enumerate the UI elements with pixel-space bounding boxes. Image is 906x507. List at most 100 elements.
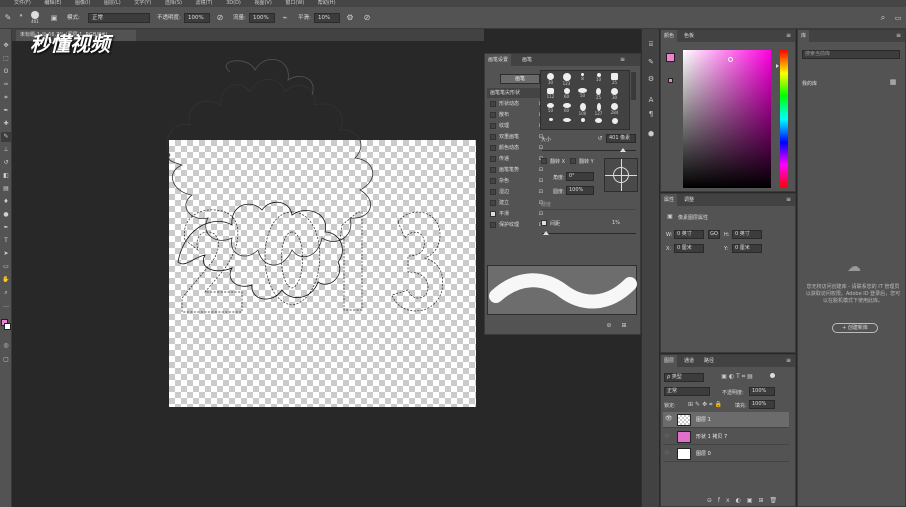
- character-icon[interactable]: A: [646, 95, 656, 105]
- brush-tip[interactable]: 60: [559, 102, 574, 117]
- flip-y-checkbox[interactable]: [570, 158, 576, 164]
- fill-field[interactable]: 100%: [749, 400, 775, 409]
- layer-actions-icons[interactable]: ⊝fx◐▣⊞🗑: [700, 497, 790, 505]
- brush-tip[interactable]: 25: [591, 87, 606, 102]
- link-dimensions-button[interactable]: GO: [708, 230, 720, 239]
- tab-channels[interactable]: 通道: [681, 355, 697, 367]
- panel-menu-icon[interactable]: ≡: [893, 30, 904, 42]
- layer-row[interactable]: ▫ 图层 0: [663, 446, 789, 462]
- brush-tip[interactable]: 284: [607, 102, 622, 117]
- h-field[interactable]: 0 英寸: [732, 230, 762, 239]
- smoothing-item[interactable]: 平滑 ⊡: [490, 209, 543, 219]
- layer-row[interactable]: ▫ 形状 1 拷贝 7: [663, 429, 789, 445]
- color-dynamics-item[interactable]: 颜色动态 ⊡: [490, 143, 543, 153]
- create-library-button[interactable]: + 创建新库: [832, 323, 878, 333]
- eye-hidden-icon[interactable]: ▫: [665, 449, 669, 456]
- protect-texture-item[interactable]: 保护纹理⊡: [490, 220, 543, 230]
- toggle-preview-icon[interactable]: ⊘: [605, 321, 613, 331]
- brush-tip[interactable]: 100: [575, 102, 590, 117]
- tab-adjustments[interactable]: 调整: [681, 194, 697, 206]
- checkbox[interactable]: [490, 101, 496, 107]
- tab-properties[interactable]: 属性: [661, 194, 678, 206]
- brush-tip[interactable]: 123: [559, 72, 574, 87]
- y-field[interactable]: 0 厘米: [732, 244, 762, 253]
- texture-item[interactable]: 纹理⊡: [490, 121, 543, 131]
- tip-grid-scrollbar[interactable]: [631, 72, 636, 100]
- adjust-icon[interactable]: ⚙: [646, 74, 656, 84]
- flip-x-checkbox[interactable]: [541, 158, 547, 164]
- blend-mode-select[interactable]: 正常: [664, 387, 710, 396]
- size-slider-thumb[interactable]: [620, 148, 626, 152]
- brush-tip-grid[interactable]: 30 123 8 10 25 112 60 50 25 30 50 60 100…: [540, 70, 630, 130]
- angle-field[interactable]: 0°: [566, 172, 594, 181]
- lock-icons[interactable]: ⊞✎✥⌗🔒: [678, 400, 734, 410]
- spacing-slider-track[interactable]: [542, 233, 636, 234]
- noise-item[interactable]: 杂色 ⊡: [490, 176, 543, 186]
- checkbox[interactable]: [490, 222, 496, 228]
- eye-hidden-icon[interactable]: ▫: [665, 432, 669, 439]
- x-field[interactable]: 0 厘米: [674, 244, 704, 253]
- brush-tip[interactable]: 112: [543, 87, 558, 102]
- brush-tip[interactable]: [575, 117, 590, 132]
- library-select[interactable]: 我的库: [802, 80, 817, 87]
- 3d-icon[interactable]: ⬢: [646, 129, 656, 139]
- tab-swatches[interactable]: 色板: [681, 30, 697, 42]
- filter-toggle-icon[interactable]: [770, 373, 775, 378]
- brush-pose-item[interactable]: 画笔笔势 ⊡: [490, 165, 543, 175]
- layer-filter-icons[interactable]: ▣◐T⌗▤: [708, 372, 768, 382]
- checkbox[interactable]: [490, 200, 496, 206]
- brush-tip[interactable]: [607, 117, 622, 132]
- grid-view-icon[interactable]: ▦: [888, 77, 898, 87]
- brush-tip[interactable]: [559, 117, 574, 132]
- wet-edges-item[interactable]: 湿边 ⊡: [490, 187, 543, 197]
- panel-menu-icon[interactable]: ≡: [783, 194, 794, 206]
- scattering-item[interactable]: 散布⊡: [490, 110, 543, 120]
- checkbox[interactable]: [490, 167, 496, 173]
- spacing-checkbox[interactable]: [541, 220, 547, 226]
- brush-tip[interactable]: 25: [607, 72, 622, 87]
- checkbox[interactable]: [490, 134, 496, 140]
- panel-menu-icon[interactable]: ≡: [783, 355, 794, 367]
- angle-roundness-widget[interactable]: [604, 158, 638, 192]
- transfer-item[interactable]: 传递⊡: [490, 154, 543, 164]
- spacing-slider-thumb[interactable]: [543, 231, 549, 235]
- history-icon[interactable]: ⌸: [646, 39, 656, 49]
- saturation-value-field[interactable]: [683, 50, 771, 188]
- roundness-field[interactable]: 100%: [566, 186, 594, 195]
- tab-layers[interactable]: 图层: [661, 355, 678, 367]
- new-preset-icon[interactable]: ⊞: [620, 321, 628, 331]
- paragraph-icon[interactable]: ¶: [646, 109, 656, 119]
- size-field[interactable]: 401 像素: [606, 134, 636, 143]
- tab-brush[interactable]: 画笔: [519, 54, 535, 66]
- checkbox[interactable]: [490, 156, 496, 162]
- layer-opacity-field[interactable]: 100%: [749, 387, 775, 396]
- layer-row[interactable]: 👁 图层 1: [663, 412, 789, 428]
- reset-size-icon[interactable]: ↺: [596, 134, 604, 144]
- tab-libraries[interactable]: 库: [798, 30, 810, 42]
- shape-dynamics-item[interactable]: 形状动态⊡: [490, 99, 543, 109]
- tab-color[interactable]: 颜色: [661, 30, 678, 42]
- brush-tip[interactable]: 60: [559, 87, 574, 102]
- brush-tip[interactable]: 8: [575, 72, 590, 87]
- brush-tip[interactable]: 30: [543, 72, 558, 87]
- hue-slider-thumb[interactable]: [776, 64, 779, 68]
- build-up-item[interactable]: 建立 ⊡: [490, 198, 543, 208]
- brush-tip[interactable]: [543, 117, 558, 132]
- brush-tip[interactable]: [591, 117, 606, 132]
- brush-tip[interactable]: 30: [607, 87, 622, 102]
- brush-tip[interactable]: 50: [543, 102, 558, 117]
- color-picker-cursor[interactable]: [728, 57, 733, 62]
- panel-menu-icon[interactable]: ≡: [617, 54, 628, 66]
- tab-brush-settings[interactable]: 画笔设置: [485, 54, 512, 66]
- foreground-color-chip[interactable]: [666, 53, 675, 62]
- checkbox[interactable]: [490, 189, 496, 195]
- brush-tip[interactable]: 10: [591, 72, 606, 87]
- brush-tip[interactable]: 50: [575, 87, 590, 102]
- checkbox[interactable]: [490, 112, 496, 118]
- tab-paths[interactable]: 路径: [701, 355, 717, 367]
- hue-slider[interactable]: [780, 50, 788, 188]
- panel-menu-icon[interactable]: ≡: [783, 30, 794, 42]
- brush-presets-button[interactable]: 画笔: [500, 74, 540, 84]
- checkbox-checked[interactable]: [490, 211, 496, 217]
- w-field[interactable]: 0 英寸: [674, 230, 704, 239]
